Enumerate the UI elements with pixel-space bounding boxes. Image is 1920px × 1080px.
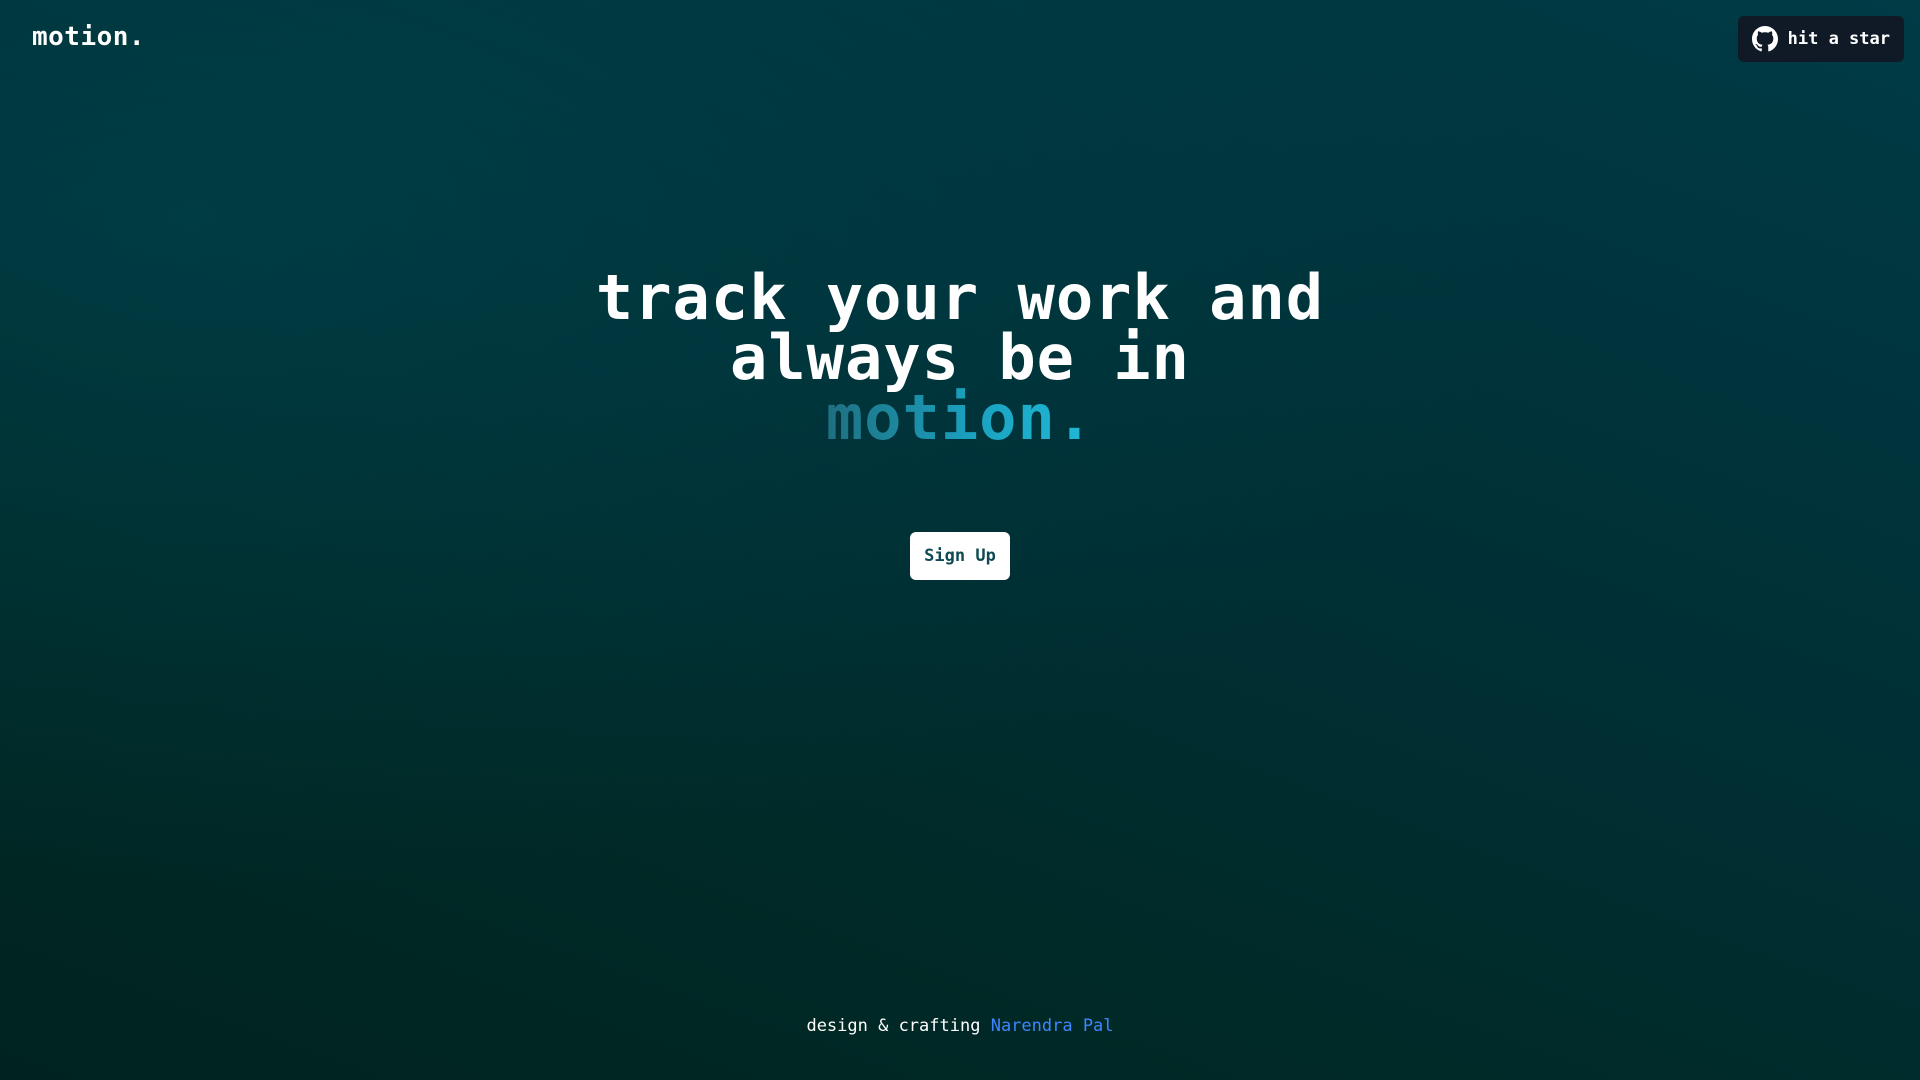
- github-star-label: hit a star: [1787, 29, 1890, 49]
- hero-accent: motion.: [825, 381, 1095, 454]
- hero-line-1: track your work and: [595, 261, 1325, 334]
- footer-credit-text: design & crafting: [806, 1016, 981, 1036]
- logo[interactable]: motion.: [32, 22, 145, 52]
- footer: design & crafting Narendra Pal: [0, 1016, 1920, 1036]
- hero-headline: track your work and always be in motion.: [0, 261, 1920, 449]
- github-star-button[interactable]: hit a star: [1737, 16, 1904, 62]
- signup-button[interactable]: Sign Up: [910, 532, 1010, 580]
- author-link[interactable]: Narendra Pal: [991, 1016, 1114, 1036]
- github-icon: [1751, 26, 1778, 52]
- hero-line-2: always be in: [730, 321, 1190, 394]
